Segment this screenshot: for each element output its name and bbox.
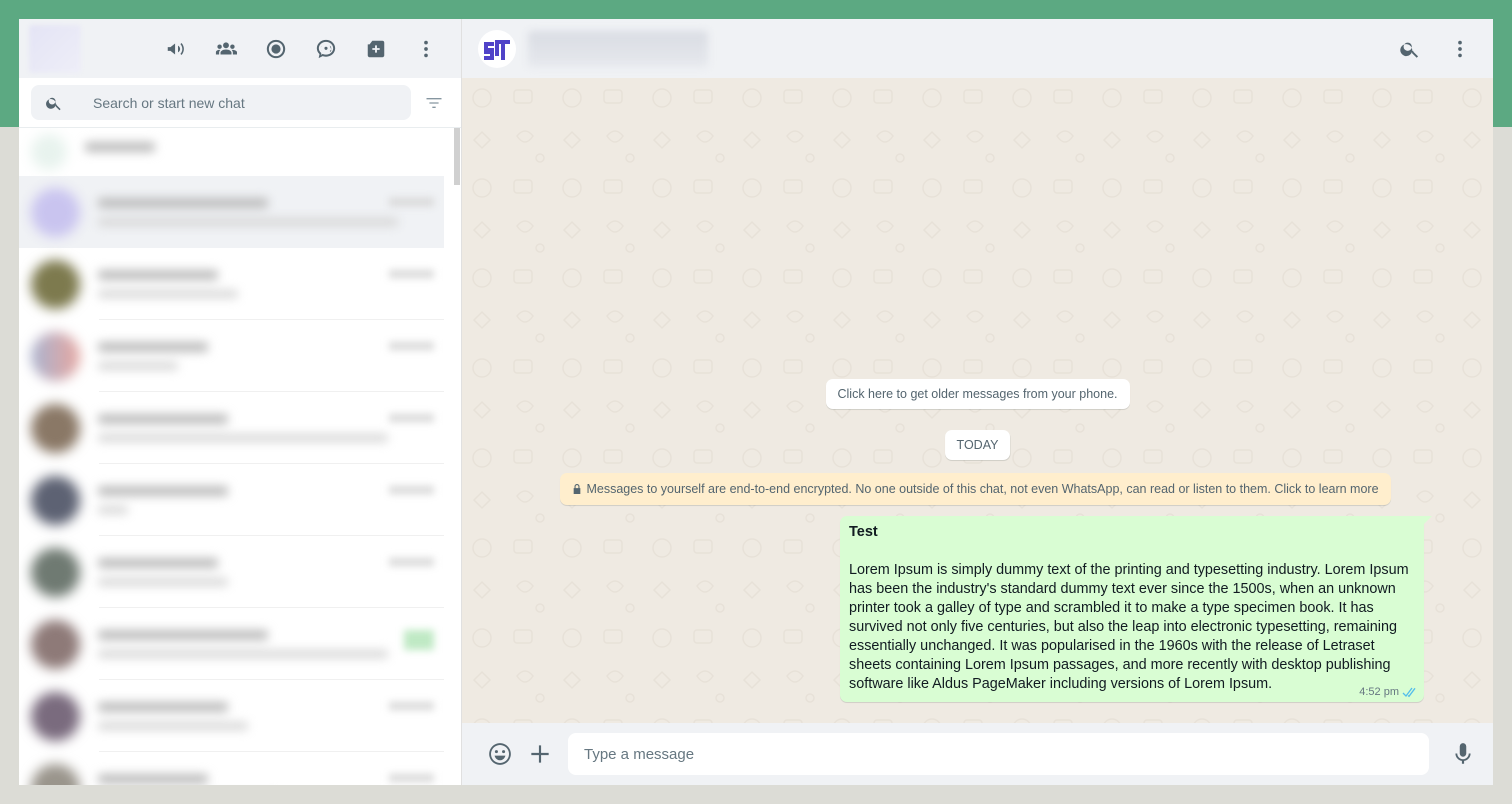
new-chat-icon[interactable] xyxy=(351,29,401,69)
sidebar-header xyxy=(19,19,461,78)
avatar xyxy=(31,619,80,669)
outgoing-message[interactable]: Test Lorem Ipsum is simply dummy text of… xyxy=(840,516,1432,702)
message-input[interactable] xyxy=(584,745,1413,763)
avatar xyxy=(31,259,80,309)
avatar xyxy=(31,331,80,381)
channels-icon[interactable] xyxy=(301,29,351,69)
chat-preview xyxy=(98,630,444,658)
avatar xyxy=(31,763,80,785)
menu-icon[interactable] xyxy=(401,29,451,69)
avatar xyxy=(31,403,80,453)
chat-time xyxy=(389,270,434,278)
chat-time xyxy=(389,198,434,206)
message-title: Test xyxy=(849,524,878,540)
menu-icon[interactable] xyxy=(1435,29,1485,69)
whatsapp-window: Click here to get older messages from yo… xyxy=(19,19,1493,785)
sidebar-header-actions xyxy=(151,19,451,78)
avatar xyxy=(31,475,80,525)
conversation-panel: Click here to get older messages from yo… xyxy=(462,19,1493,785)
status-icon[interactable] xyxy=(251,29,301,69)
conversation-header[interactable] xyxy=(462,19,1493,78)
list-item[interactable] xyxy=(19,536,444,608)
conversation-header-actions xyxy=(1385,19,1485,78)
encryption-notice[interactable]: Messages to yourself are end-to-end encr… xyxy=(560,473,1391,505)
search-row xyxy=(19,78,461,128)
search-input[interactable] xyxy=(93,94,353,111)
composer-bar xyxy=(462,723,1493,785)
bubble-tail xyxy=(1423,516,1432,525)
load-older-messages[interactable]: Click here to get older messages from yo… xyxy=(825,379,1130,409)
chat-list-scrollbar[interactable] xyxy=(454,128,460,185)
date-divider: TODAY xyxy=(944,430,1011,460)
chat-preview xyxy=(85,142,444,162)
emoji-icon[interactable] xyxy=(480,734,520,774)
message-input-box[interactable] xyxy=(568,733,1429,775)
chat-time xyxy=(389,342,434,350)
microphone-icon[interactable] xyxy=(1443,734,1483,774)
filter-icon[interactable] xyxy=(419,88,449,118)
chat-time xyxy=(389,774,434,782)
unread-badge xyxy=(404,630,434,650)
search-box[interactable] xyxy=(31,85,411,120)
avatar xyxy=(31,691,80,741)
message-area[interactable]: Click here to get older messages from yo… xyxy=(462,78,1493,723)
list-item[interactable] xyxy=(19,128,444,176)
profile-avatar[interactable] xyxy=(29,24,81,73)
encryption-notice-text: Messages to yourself are end-to-end encr… xyxy=(586,482,1379,496)
list-item[interactable] xyxy=(19,680,444,752)
chat-list[interactable] xyxy=(19,128,461,785)
list-item[interactable] xyxy=(19,464,444,536)
lock-icon xyxy=(574,484,581,494)
megaphone-icon[interactable] xyxy=(151,29,201,69)
message-time: 4:52 pm xyxy=(1359,686,1399,698)
chat-time xyxy=(389,414,434,422)
avatar xyxy=(31,134,67,170)
avatar xyxy=(31,547,80,597)
list-item[interactable] xyxy=(19,248,444,320)
message-meta: 4:52 pm xyxy=(1359,686,1418,698)
contact-avatar[interactable] xyxy=(478,29,516,68)
search-icon[interactable] xyxy=(1385,29,1435,69)
chat-time xyxy=(389,486,434,494)
double-check-icon xyxy=(1402,687,1416,697)
contact-name[interactable] xyxy=(528,30,708,67)
attach-plus-icon[interactable] xyxy=(520,734,560,774)
list-item[interactable] xyxy=(19,392,444,464)
sidebar xyxy=(19,19,462,785)
list-item[interactable] xyxy=(19,320,444,392)
message-body: Lorem Ipsum is simply dummy text of the … xyxy=(849,562,1409,692)
communities-icon[interactable] xyxy=(201,29,251,69)
list-item[interactable] xyxy=(19,608,444,680)
list-item[interactable] xyxy=(19,752,444,785)
chat-time xyxy=(389,558,434,566)
search-icon xyxy=(46,97,61,110)
avatar xyxy=(31,187,80,237)
list-item[interactable] xyxy=(19,176,444,248)
chat-time xyxy=(389,702,434,710)
